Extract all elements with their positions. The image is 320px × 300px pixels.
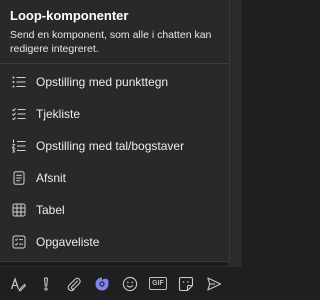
menu-item-label: Tjekliste <box>36 107 81 121</box>
chat-background-edge <box>228 0 242 300</box>
important-button[interactable] <box>32 270 60 298</box>
numbered-list-icon <box>12 139 26 153</box>
menu-item-numbered-list[interactable]: Opstilling med tal/bogstaver <box>0 130 229 162</box>
paragraph-icon <box>12 171 26 185</box>
compose-toolbar: GIF <box>0 266 242 300</box>
emoji-icon <box>122 276 138 292</box>
popup-title: Loop-komponenter <box>10 8 129 23</box>
popup-header: Loop-komponenter Send en komponent, som … <box>0 0 229 56</box>
gif-button[interactable]: GIF <box>144 270 172 298</box>
format-icon <box>10 276 26 292</box>
emoji-button[interactable] <box>116 270 144 298</box>
menu-item-label: Opstilling med tal/bogstaver <box>36 139 185 153</box>
menu-item-label: Opgaveliste <box>36 235 100 249</box>
menu-item-label: Tabel <box>36 203 65 217</box>
menu-item-label: Afsnit <box>36 171 67 185</box>
menu-item-paragraph[interactable]: Afsnit <box>0 162 229 194</box>
menu-item-checklist[interactable]: Tjekliste <box>0 98 229 130</box>
bulleted-list-icon <box>12 75 26 89</box>
sticker-button[interactable] <box>172 270 200 298</box>
format-button[interactable] <box>4 270 32 298</box>
checklist-icon <box>12 107 26 121</box>
gif-icon: GIF <box>149 277 167 290</box>
popup-description: Send en komponent, som alle i chatten ka… <box>10 29 212 55</box>
menu-item-label: Opstilling med punkttegn <box>36 75 169 89</box>
loop-components-popup: Loop-komponenter Send en komponent, som … <box>0 0 230 262</box>
menu-item-table[interactable]: Tabel <box>0 194 229 226</box>
loop-icon <box>94 276 110 292</box>
table-icon <box>12 203 26 217</box>
attach-button[interactable] <box>60 270 88 298</box>
attach-icon <box>66 276 82 292</box>
menu-item-bulleted-list[interactable]: Opstilling med punkttegn <box>0 66 229 98</box>
menu-item-task-list[interactable]: Opgaveliste <box>0 226 229 258</box>
send-icon <box>206 276 222 292</box>
sticker-icon <box>178 276 194 292</box>
important-icon <box>38 276 54 292</box>
task-list-icon <box>12 235 26 249</box>
loop-component-menu: Opstilling med punkttegn Tjekliste Opsti… <box>0 64 229 258</box>
teams-compose-area: Loop-komponenter Send en komponent, som … <box>0 0 242 300</box>
loop-button[interactable] <box>88 270 116 298</box>
send-button[interactable] <box>200 270 228 298</box>
